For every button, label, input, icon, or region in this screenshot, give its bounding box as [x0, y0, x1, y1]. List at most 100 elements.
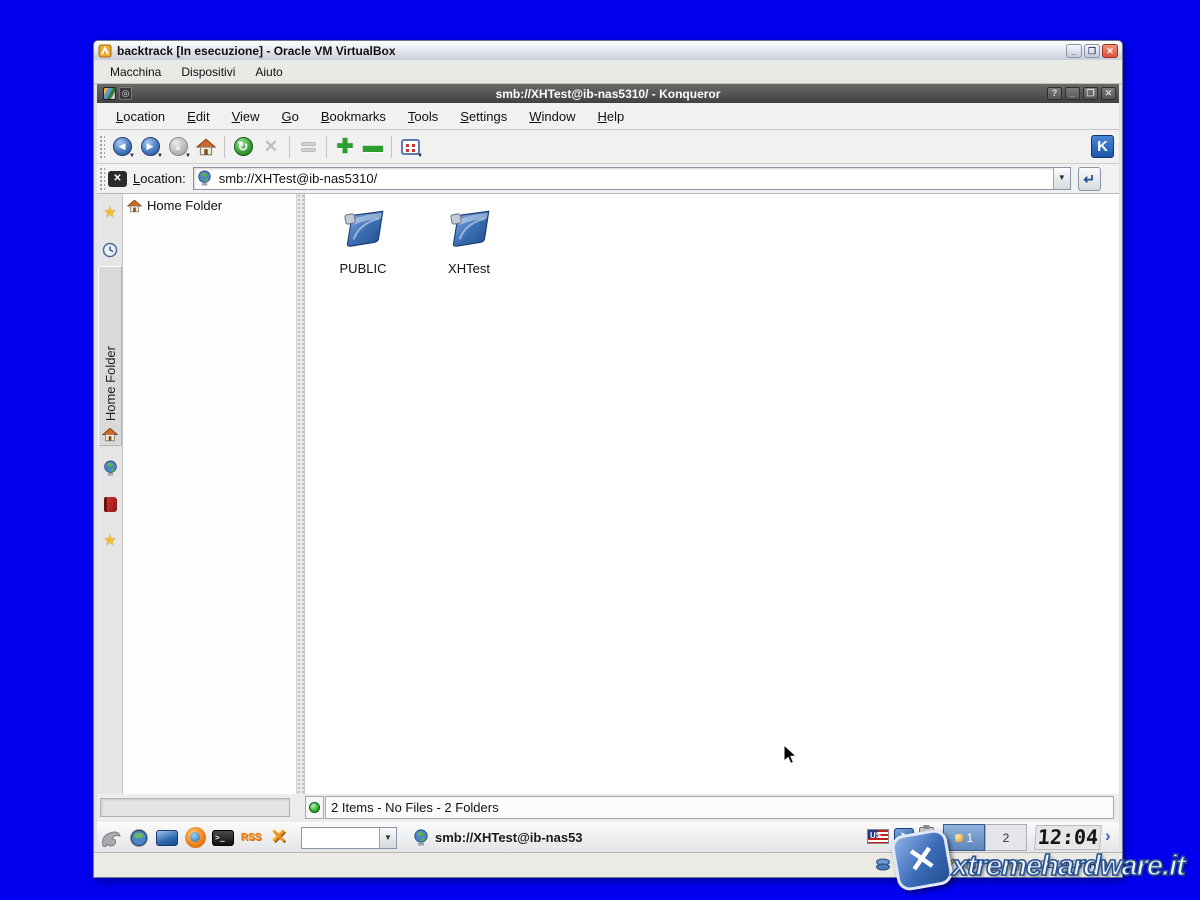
rss-icon: RSS [241, 832, 262, 843]
desktop: backtrack [In esecuzione] - Oracle VM Vi… [0, 0, 1200, 900]
folder-item-public[interactable]: PUBLIC [328, 206, 398, 276]
minimize-button[interactable]: _ [1065, 87, 1080, 100]
menu-window[interactable]: Window [518, 105, 586, 128]
folder-label: XHTest [434, 261, 504, 276]
services-tab[interactable]: ★ [100, 202, 120, 222]
back-button[interactable]: ◀▼ [108, 133, 136, 161]
terminal-icon: >_ [212, 830, 234, 846]
bookmarks-tab[interactable]: ★ [100, 530, 120, 550]
menu-dispositivi[interactable]: Dispositivi [171, 62, 245, 82]
close-button[interactable]: ✕ [1101, 87, 1116, 100]
home-icon [196, 138, 216, 156]
watermark-x-logo: ✕ [890, 828, 955, 893]
forward-dropdown-icon: ▼ [157, 153, 163, 159]
konqueror-title: smb://XHTest@ib-nas5310/ - Konqueror [97, 87, 1119, 101]
panel-combobox[interactable]: ▼ [301, 827, 397, 849]
konqueror-launcher[interactable] [125, 824, 153, 852]
location-dropdown-icon[interactable]: ▼ [1053, 168, 1070, 189]
view-mode-dropdown-icon: ▼ [417, 153, 423, 159]
panel-splitter[interactable] [297, 194, 305, 794]
combobox-dropdown-icon[interactable]: ▼ [379, 828, 396, 848]
keyboard-layout-icon[interactable]: US [867, 829, 889, 844]
root-folder-tab[interactable] [100, 494, 120, 514]
virtualbox-titlebar[interactable]: backtrack [In esecuzione] - Oracle VM Vi… [94, 41, 1122, 60]
go-button[interactable]: ↵ [1078, 167, 1101, 191]
konqueror-toolbar: ◀▼ ▶▼ ▲▼ ↻ ✕ ✚ ▬ ▼ K [97, 130, 1119, 164]
home-icon [102, 427, 118, 442]
folder-icon [444, 206, 494, 252]
menu-go[interactable]: Go [271, 105, 310, 128]
close-button[interactable]: ✕ [1102, 44, 1118, 58]
location-input[interactable] [215, 171, 1053, 186]
rss-launcher[interactable]: RSS [237, 824, 265, 852]
locationbar-drag-handle[interactable] [99, 167, 105, 191]
sidebar-home-folder-label: Home Folder [147, 198, 222, 213]
mouse-cursor [783, 744, 798, 766]
combobox-value [302, 828, 379, 848]
kmenu-button[interactable] [97, 824, 125, 852]
konqueror-titlebar[interactable]: smb://XHTest@ib-nas5310/ - Konqueror ◎ ?… [97, 84, 1119, 103]
print-button[interactable] [294, 133, 322, 161]
taskbar-item-label: smb://XHTest@ib-nas53 [435, 830, 645, 845]
reload-button[interactable]: ↻ [229, 133, 257, 161]
status-led-icon [309, 802, 320, 813]
menu-location[interactable]: Location [105, 105, 176, 128]
forward-button[interactable]: ▶▼ [136, 133, 164, 161]
taskbar-item-konqueror[interactable]: smb://XHTest@ib-nas53 [413, 829, 663, 847]
watermark-text: xtremehardware.it [952, 850, 1185, 883]
zoom-out-button[interactable]: ▬ [359, 133, 387, 161]
folder-icon [338, 206, 388, 252]
folder-item-xhtest[interactable]: XHTest [434, 206, 504, 276]
home-folder-tab[interactable]: Home Folder [98, 266, 122, 446]
network-tab[interactable] [100, 458, 120, 478]
window-title: backtrack [In esecuzione] - Oracle VM Vi… [117, 44, 1064, 58]
help-button[interactable]: ? [1047, 87, 1062, 100]
sidebar-home-folder-item[interactable]: Home Folder [123, 194, 296, 217]
location-field: ▼ [193, 167, 1071, 190]
menu-tools[interactable]: Tools [397, 105, 449, 128]
desktop-launcher[interactable] [153, 824, 181, 852]
network-globe-icon [103, 460, 118, 477]
print-icon [301, 140, 316, 154]
toolbar-separator [326, 136, 327, 158]
back-dropdown-icon: ▼ [129, 153, 135, 159]
progress-bar [100, 798, 290, 817]
konqueror-window-icon[interactable] [103, 87, 116, 100]
kde-logo-button[interactable]: K [1091, 135, 1114, 158]
terminal-launcher[interactable]: >_ [209, 824, 237, 852]
stop-button[interactable]: ✕ [257, 133, 285, 161]
kmenu-dragon-icon [99, 826, 123, 850]
maximize-button[interactable]: ❐ [1083, 87, 1098, 100]
menu-help[interactable]: Help [587, 105, 636, 128]
konqueror-menubar: Location Edit View Go Bookmarks Tools Se… [97, 103, 1119, 130]
history-tab[interactable] [100, 240, 120, 260]
up-dropdown-icon: ▼ [185, 153, 191, 159]
zoom-in-button[interactable]: ✚ [331, 133, 359, 161]
up-button[interactable]: ▲▼ [164, 133, 192, 161]
firefox-icon [185, 827, 206, 848]
clear-location-icon[interactable]: ✕ [108, 171, 127, 187]
shade-icon[interactable]: ◎ [119, 87, 132, 100]
menu-edit[interactable]: Edit [176, 105, 220, 128]
minimize-button[interactable]: _ [1066, 44, 1082, 58]
menu-aiuto[interactable]: Aiuto [245, 62, 292, 82]
services-icon: ★ [103, 203, 116, 221]
menu-view[interactable]: View [221, 105, 271, 128]
xapp-launcher[interactable]: ✕ [265, 824, 293, 852]
menu-bookmarks[interactable]: Bookmarks [310, 105, 397, 128]
status-text: 2 Items - No Files - 2 Folders [325, 796, 1114, 819]
file-view[interactable]: PUBLIC XHTest [305, 194, 1119, 794]
view-mode-button[interactable]: ▼ [396, 133, 424, 161]
watermark: ✕ xtremehardware.it [890, 828, 1190, 896]
maximize-button[interactable]: ❐ [1084, 44, 1100, 58]
location-label: Location: [133, 171, 186, 186]
firefox-launcher[interactable] [181, 824, 209, 852]
home-button[interactable] [192, 133, 220, 161]
menu-macchina[interactable]: Macchina [100, 62, 171, 82]
status-led-box [305, 796, 324, 819]
menu-settings[interactable]: Settings [449, 105, 518, 128]
virtualbox-app-icon [98, 44, 112, 58]
toolbar-drag-handle[interactable] [99, 135, 105, 159]
home-folder-tab-label: Home Folder [103, 346, 118, 421]
konqueror-globe-icon [127, 826, 151, 850]
